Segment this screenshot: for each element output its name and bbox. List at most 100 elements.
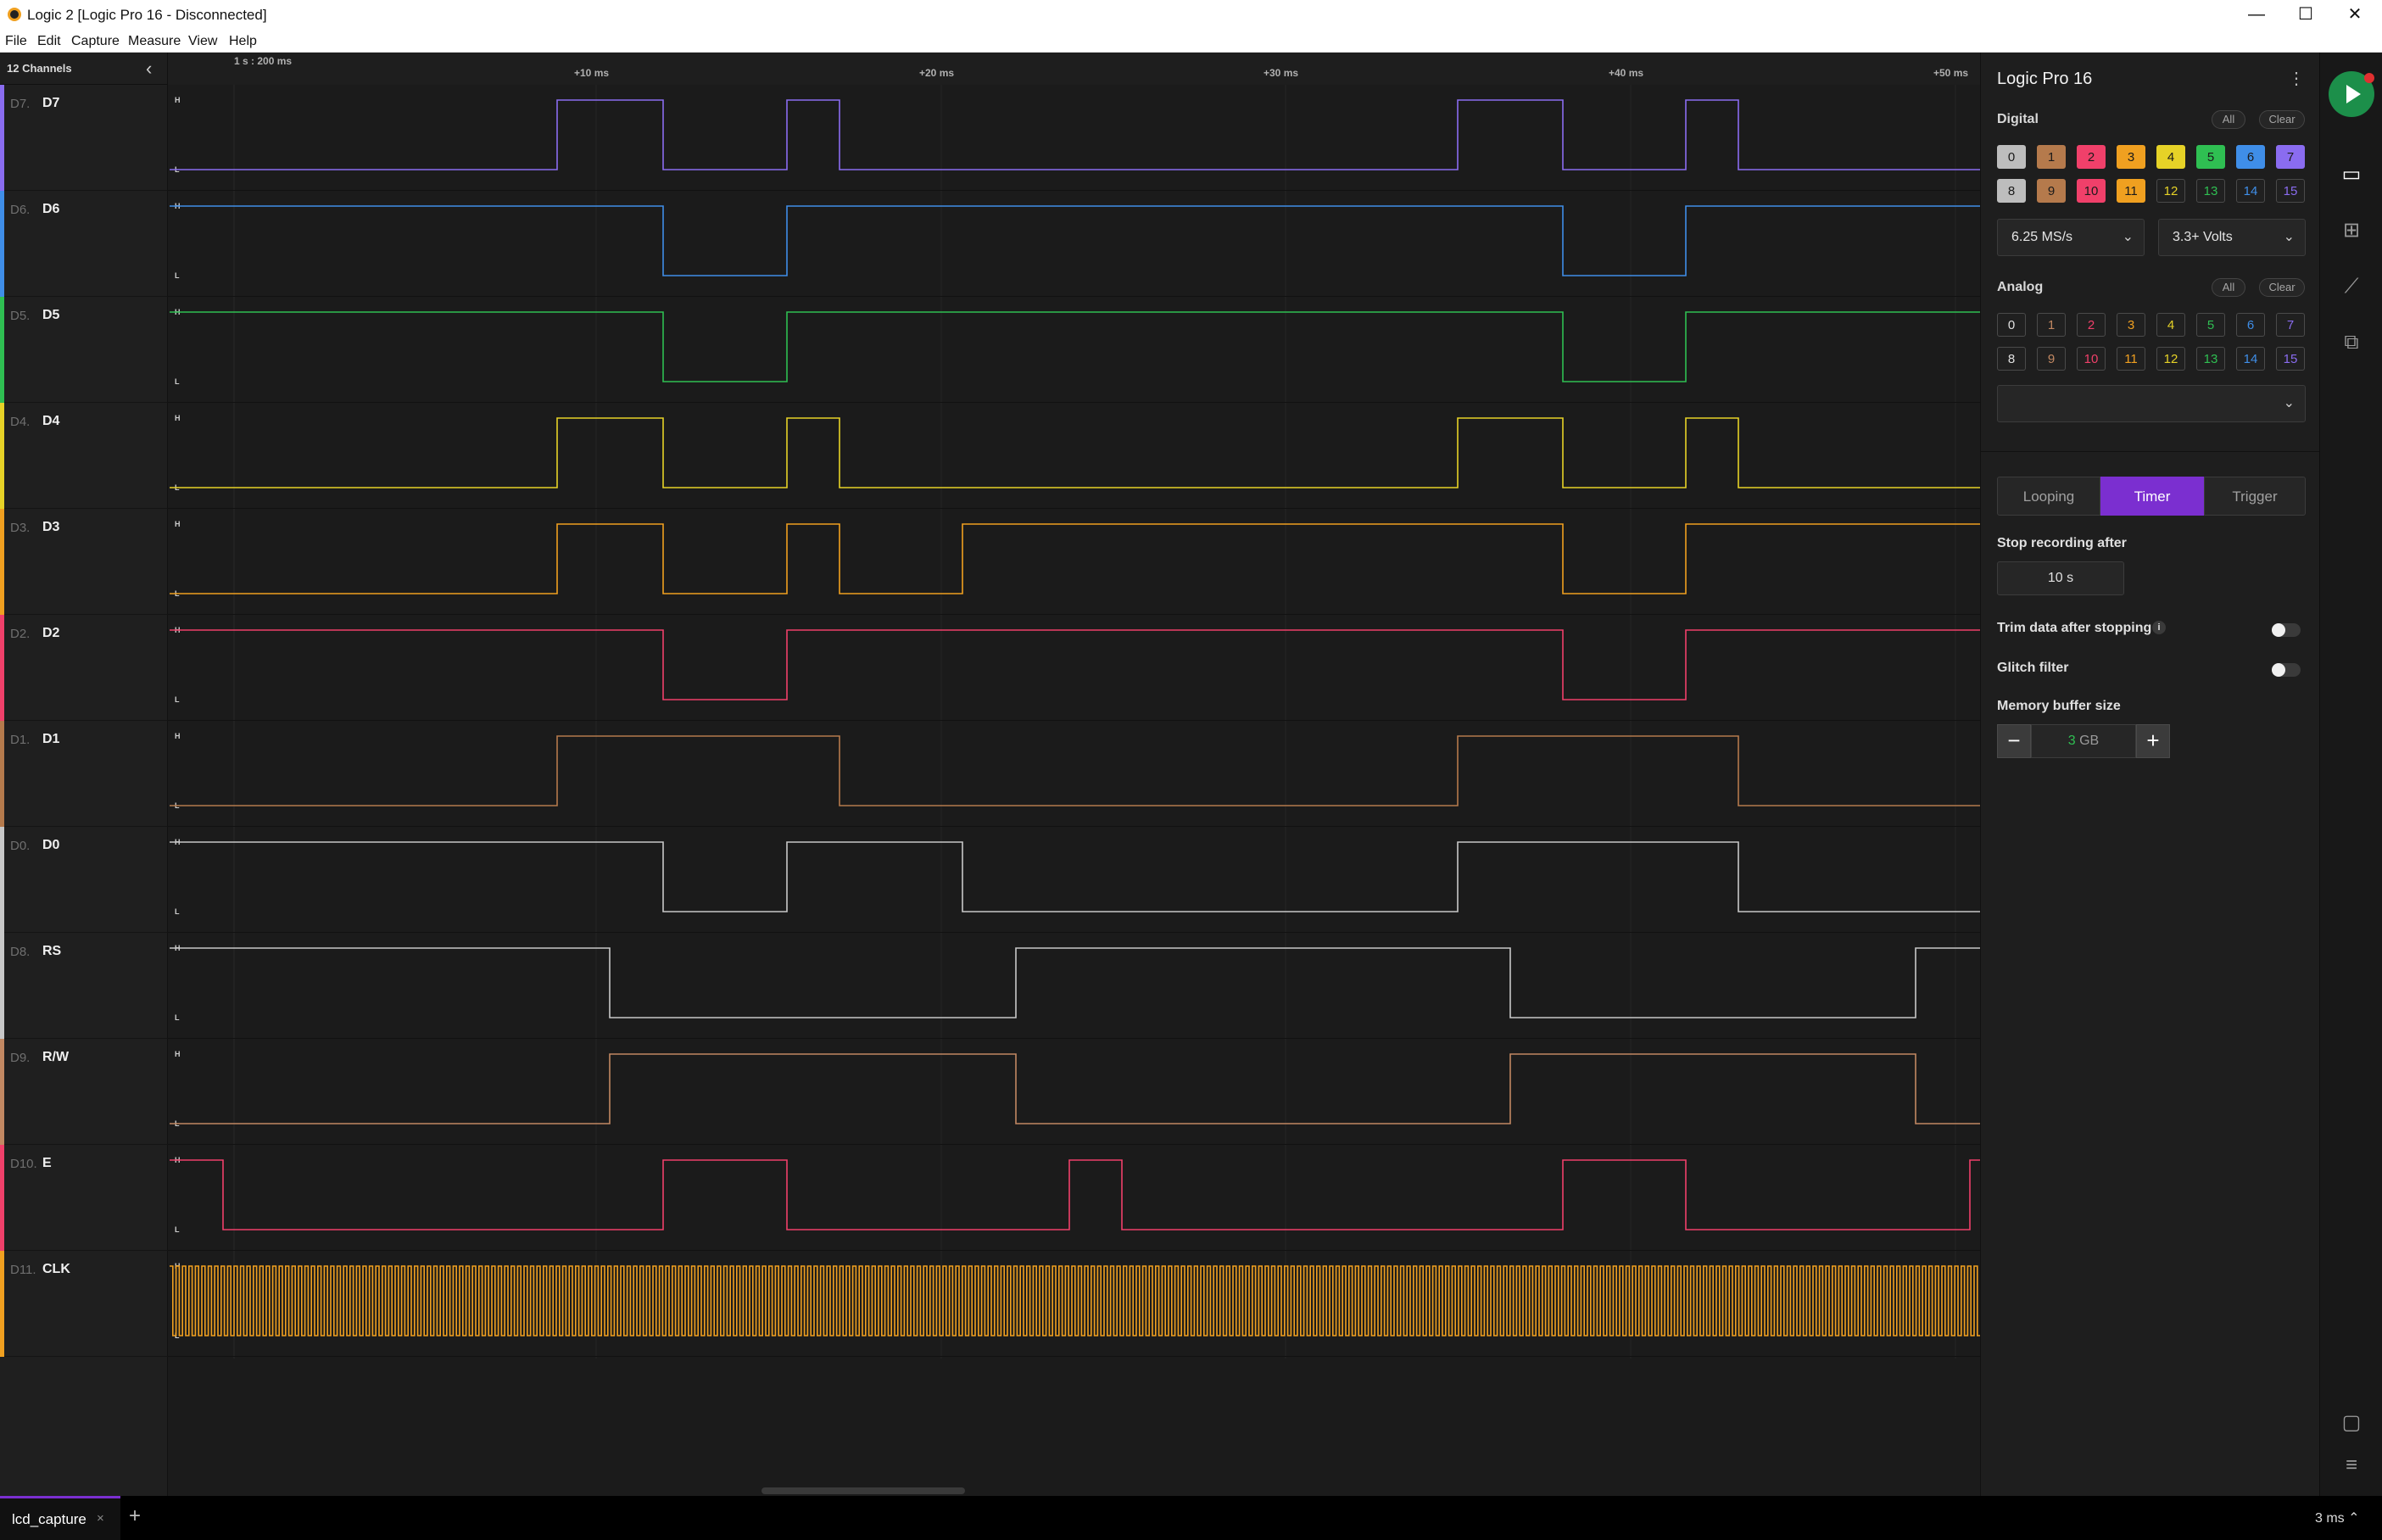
zoom-level[interactable]: 3 ms ⌃: [2315, 1509, 2360, 1526]
digital-channel-3-button[interactable]: 3: [2117, 145, 2145, 169]
minimize-button[interactable]: —: [2232, 0, 2281, 31]
digital-channel-8-button[interactable]: 8: [1997, 179, 2026, 203]
analog-channel-10-button[interactable]: 10: [2077, 347, 2106, 371]
channel-row[interactable]: D0. D0: [0, 827, 168, 933]
waveform-viewer[interactable]: 1 s : 200 ms +10 ms +20 ms +30 ms +40 ms +50 …: [168, 53, 1980, 1496]
close-button[interactable]: ✕: [2330, 0, 2379, 31]
digital-channel-11-button[interactable]: 11: [2117, 179, 2145, 203]
voltage-select[interactable]: 3.3+ Volts ⌄: [2158, 219, 2306, 256]
analog-channel-5-button[interactable]: 5: [2196, 313, 2225, 337]
analog-channel-4-button[interactable]: 4: [2156, 313, 2185, 337]
digital-channel-14-button[interactable]: 14: [2236, 179, 2265, 203]
analog-channel-6-button[interactable]: 6: [2236, 313, 2265, 337]
channel-row[interactable]: D3. D3: [0, 509, 168, 615]
channel-row[interactable]: D9. R/W: [0, 1039, 168, 1145]
measurements-icon[interactable]: ⟋: [2336, 273, 2367, 300]
channel-row[interactable]: D7. D7: [0, 85, 168, 191]
digital-clear-button[interactable]: Clear: [2259, 110, 2305, 129]
channel-name[interactable]: D6: [42, 202, 59, 217]
channel-name[interactable]: D4: [42, 414, 59, 429]
info-icon[interactable]: i: [2152, 621, 2166, 634]
channel-name[interactable]: E: [42, 1156, 52, 1171]
device-settings-icon[interactable]: ▭: [2336, 161, 2367, 188]
chevron-left-icon[interactable]: ‹: [146, 58, 152, 80]
analog-all-button[interactable]: All: [2212, 278, 2245, 297]
menu-view[interactable]: View: [188, 34, 217, 49]
analog-clear-button[interactable]: Clear: [2259, 278, 2305, 297]
channel-row[interactable]: D10. E: [0, 1145, 168, 1251]
menu-file[interactable]: File: [5, 34, 27, 49]
digital-channel-10-button[interactable]: 10: [2077, 179, 2106, 203]
analog-channel-7-button[interactable]: 7: [2276, 313, 2305, 337]
add-tab-button[interactable]: +: [129, 1504, 141, 1528]
memory-increase-button[interactable]: +: [2136, 724, 2170, 758]
analog-channel-9-button[interactable]: 9: [2037, 347, 2066, 371]
digital-all-button[interactable]: All: [2212, 110, 2245, 129]
digital-channel-9-button[interactable]: 9: [2037, 179, 2066, 203]
channel-name[interactable]: R/W: [42, 1050, 69, 1065]
start-capture-button[interactable]: [2329, 71, 2374, 117]
analog-rate-select[interactable]: ⌄: [1997, 385, 2306, 422]
analyzers-icon[interactable]: ⊞: [2336, 217, 2367, 244]
analog-channel-13-button[interactable]: 13: [2196, 347, 2225, 371]
channel-name[interactable]: D3: [42, 520, 59, 535]
memory-decrease-button[interactable]: −: [1997, 724, 2031, 758]
channel-name[interactable]: RS: [42, 944, 61, 959]
digital-channel-5-button[interactable]: 5: [2196, 145, 2225, 169]
channel-row[interactable]: D8. RS: [0, 933, 168, 1039]
channel-row[interactable]: D4. D4: [0, 403, 168, 509]
menu-icon[interactable]: ≡: [2336, 1452, 2367, 1479]
analog-channel-0-button[interactable]: 0: [1997, 313, 2026, 337]
glitch-filter-toggle[interactable]: [2272, 663, 2301, 677]
digital-channel-13-button[interactable]: 13: [2196, 179, 2225, 203]
sample-rate-select[interactable]: 6.25 MS/s ⌄: [1997, 219, 2145, 256]
channel-name[interactable]: D5: [42, 308, 59, 323]
digital-channel-12-button[interactable]: 12: [2156, 179, 2185, 203]
stop-recording-input[interactable]: 10 s: [1997, 561, 2124, 595]
analog-channel-2-button[interactable]: 2: [2077, 313, 2106, 337]
analog-channel-8-button[interactable]: 8: [1997, 347, 2026, 371]
digital-channel-6-button[interactable]: 6: [2236, 145, 2265, 169]
digital-channel-1-button[interactable]: 1: [2037, 145, 2066, 169]
analog-channel-1-button[interactable]: 1: [2037, 313, 2066, 337]
mode-trigger-button[interactable]: Trigger: [2204, 477, 2306, 516]
channel-row[interactable]: D2. D2: [0, 615, 168, 721]
analog-channel-3-button[interactable]: 3: [2117, 313, 2145, 337]
channel-row[interactable]: D6. D6: [0, 191, 168, 297]
tab-lcd-capture[interactable]: lcd_capture ×: [0, 1496, 120, 1540]
channel-row[interactable]: D5. D5: [0, 297, 168, 403]
digital-channel-15-button[interactable]: 15: [2276, 179, 2305, 203]
digital-channel-0-button[interactable]: 0: [1997, 145, 2026, 169]
channel-name[interactable]: D2: [42, 626, 59, 641]
feedback-icon[interactable]: ▢: [2336, 1409, 2367, 1437]
horizontal-scrollbar[interactable]: [761, 1487, 965, 1494]
waveform-canvas[interactable]: 1 s : 200 ms +10 ms +20 ms +30 ms +40 ms +50 …: [168, 53, 1980, 1496]
menu-help[interactable]: Help: [229, 34, 257, 49]
digital-channel-7-button[interactable]: 7: [2276, 145, 2305, 169]
signal-trace: [170, 1053, 1980, 1124]
mode-looping-button[interactable]: Looping: [1997, 477, 2100, 516]
menu-capture[interactable]: Capture: [71, 34, 120, 49]
menu-measure[interactable]: Measure: [128, 34, 181, 49]
trim-data-toggle[interactable]: [2272, 623, 2301, 637]
analog-channel-11-button[interactable]: 11: [2117, 347, 2145, 371]
channel-name[interactable]: CLK: [42, 1262, 70, 1277]
menu-edit[interactable]: Edit: [37, 34, 61, 49]
digital-channel-4-button[interactable]: 4: [2156, 145, 2185, 169]
channel-row[interactable]: D11. CLK: [0, 1251, 168, 1357]
channel-name[interactable]: D1: [42, 732, 59, 747]
mode-timer-button[interactable]: Timer: [2100, 477, 2204, 516]
tab-close-icon[interactable]: ×: [97, 1511, 104, 1526]
menu-bar: File Edit Capture Measure View Help: [0, 31, 2382, 53]
maximize-button[interactable]: ☐: [2281, 0, 2330, 31]
channel-name[interactable]: D7: [42, 96, 59, 111]
extensions-icon[interactable]: ⧉: [2336, 329, 2367, 356]
channel-name[interactable]: D0: [42, 838, 59, 853]
analog-channel-14-button[interactable]: 14: [2236, 347, 2265, 371]
more-options-icon[interactable]: ⋮: [2288, 68, 2305, 89]
analog-channel-15-button[interactable]: 15: [2276, 347, 2305, 371]
channel-row[interactable]: D1. D1: [0, 721, 168, 827]
analog-channel-12-button[interactable]: 12: [2156, 347, 2185, 371]
digital-channel-2-button[interactable]: 2: [2077, 145, 2106, 169]
memory-buffer-field[interactable]: 3 GB: [2031, 724, 2136, 758]
